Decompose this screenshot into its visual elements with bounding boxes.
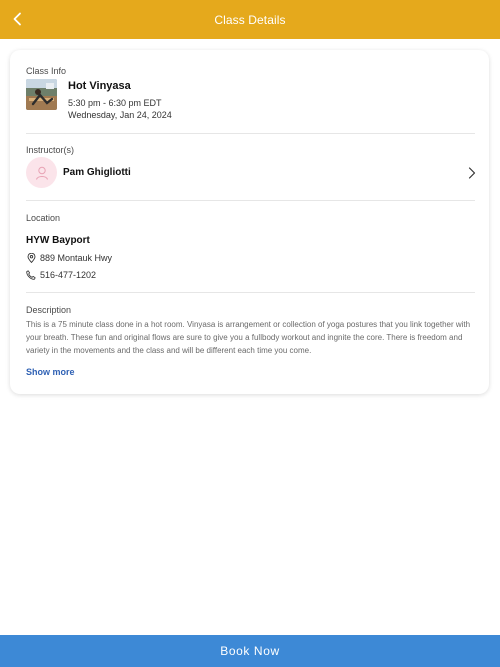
chevron-right-icon [468, 167, 476, 179]
location-name: HYW Bayport [26, 235, 90, 246]
page-title: Class Details [214, 12, 286, 27]
class-date: Wednesday, Jan 24, 2024 [68, 110, 172, 120]
person-icon [35, 166, 48, 180]
instructor-name: Pam Ghigliotti [63, 167, 131, 178]
address-text: 889 Montauk Hwy [40, 253, 113, 263]
description-text: This is a 75 minute class done in a hot … [26, 320, 471, 355]
chevron-left-icon [13, 12, 21, 26]
back-button[interactable] [6, 7, 30, 31]
location-label: Location [26, 213, 61, 223]
class-time: 5:30 pm - 6:30 pm EDT [68, 98, 162, 108]
phone-number: 516-477-1202 [40, 270, 97, 280]
map-pin-icon [26, 253, 36, 263]
instructor-row[interactable]: Pam Ghigliotti [26, 156, 478, 190]
book-now-button[interactable]: Book Now [0, 635, 500, 667]
class-name: Hot Vinyasa [68, 80, 131, 92]
instructor-avatar [26, 157, 57, 188]
divider [26, 133, 475, 134]
show-more-link[interactable]: Show more [26, 367, 75, 377]
divider [26, 292, 475, 293]
class-details-card: Class Info Hot Vinyasa 5:30 pm - 6:30 pm… [10, 50, 489, 394]
class-info-label: Class Info [26, 66, 67, 76]
address-line: 889 Montauk Hwy [26, 253, 112, 263]
instructor-label: Instructor(s) [26, 145, 75, 155]
phone-line[interactable]: 516-477-1202 [26, 270, 96, 280]
class-thumbnail [26, 79, 57, 110]
app-header: Class Details [0, 0, 500, 39]
description-label: Description [26, 305, 72, 315]
divider [26, 200, 475, 201]
phone-icon [26, 270, 36, 280]
